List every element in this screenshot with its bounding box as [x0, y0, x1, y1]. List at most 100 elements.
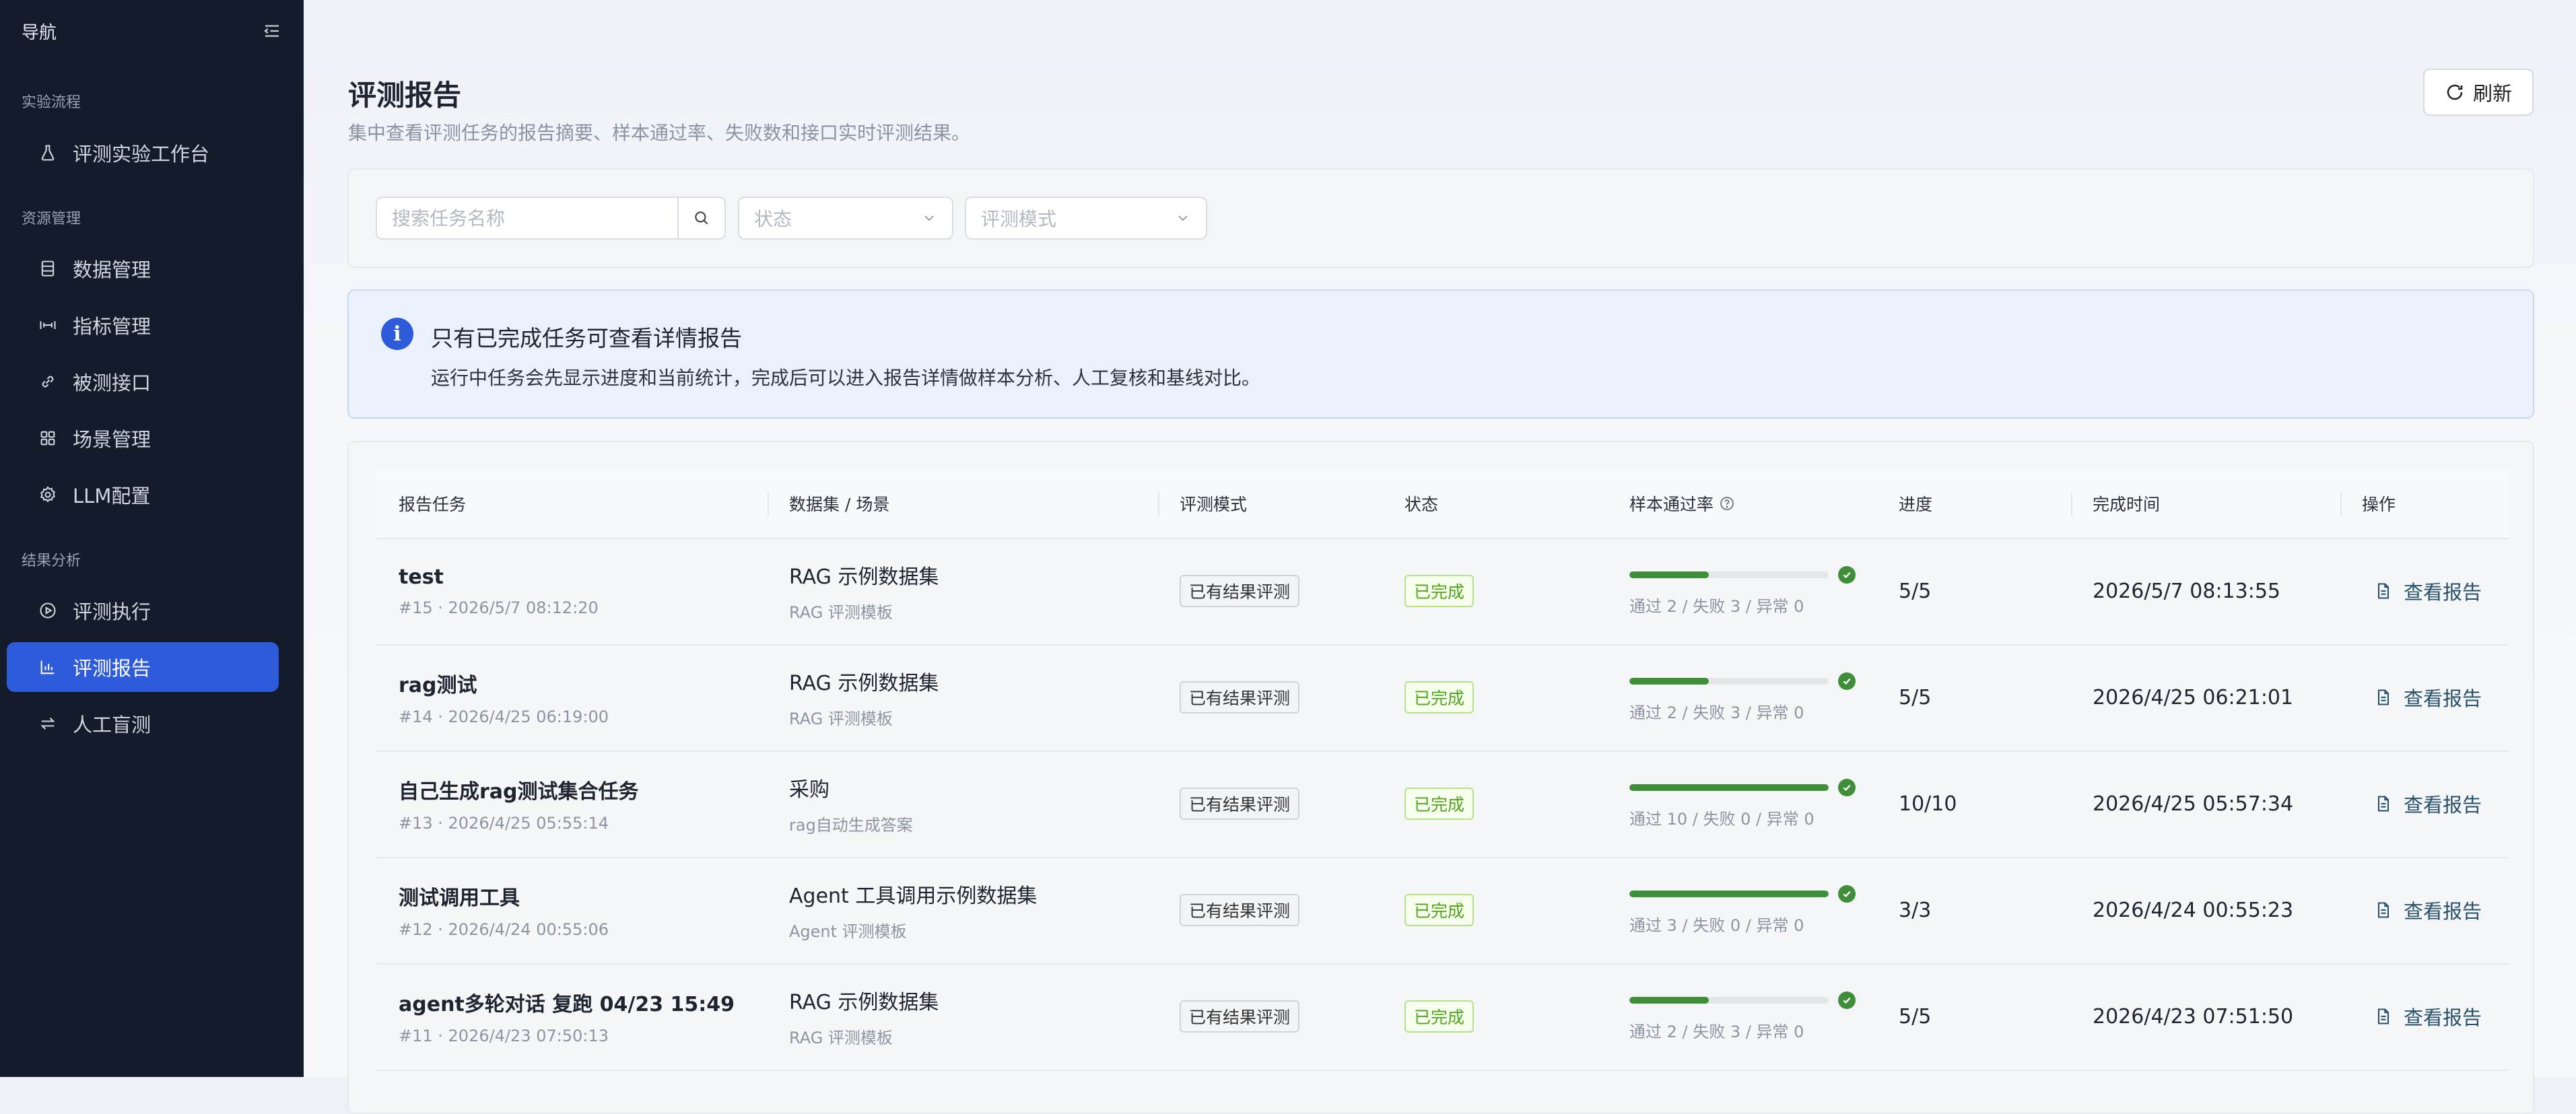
sidebar-group-results: 结果分析	[22, 553, 81, 569]
pass-rate-text: 通过 3 / 失败 0 / 异常 0	[1629, 915, 1804, 935]
view-report-link[interactable]: 查看报告	[2374, 1002, 2482, 1031]
status-badge: 已完成	[1404, 681, 1475, 713]
col-divider	[2071, 492, 2072, 516]
sidebar-item-label: 评测报告	[73, 657, 151, 680]
cell-progress: 5/5	[1899, 963, 1931, 1070]
sidebar-item-label: 评测实验工作台	[73, 143, 210, 166]
cell-finished: 2026/4/25 06:21:01	[2093, 644, 2293, 751]
task-meta: #12 · 2026/4/24 00:55:06	[399, 920, 609, 939]
sidebar-item-label: 数据管理	[73, 258, 151, 281]
document-icon	[2374, 1007, 2393, 1026]
sidebar-item-llm-config[interactable]: LLM配置	[7, 470, 279, 520]
search-input[interactable]	[376, 197, 677, 240]
pass-rate-bar	[1629, 996, 1829, 1004]
progress-value: 5/5	[1899, 579, 1932, 603]
table-row: agent多轮对话 复跑 04/23 15:49 #11 · 2026/4/23…	[376, 963, 2509, 1071]
sidebar-item-data[interactable]: 数据管理	[7, 244, 279, 293]
cell-progress: 3/3	[1899, 857, 1931, 963]
status-badge: 已完成	[1404, 575, 1475, 607]
view-report-label: 查看报告	[2404, 794, 2482, 816]
link-icon	[38, 372, 58, 392]
view-report-link[interactable]: 查看报告	[2374, 790, 2482, 818]
col-task: 报告任务	[399, 495, 467, 514]
main-content: 评测报告 集中查看评测任务的报告摘要、样本通过率、失败数和接口实时评测结果。 刷…	[304, 0, 2576, 1114]
collapse-menu-icon[interactable]	[262, 21, 282, 41]
document-icon	[2374, 794, 2393, 813]
cell-action: 查看报告	[2374, 538, 2482, 644]
pass-rate-indicator	[1629, 991, 1856, 1009]
cell-mode: 已有结果评测	[1180, 538, 1300, 644]
task-meta: #11 · 2026/4/23 07:50:13	[399, 1026, 609, 1045]
sidebar-item-reports[interactable]: 评测报告	[7, 642, 279, 692]
scene-name: RAG 评测模板	[789, 1028, 893, 1047]
metric-icon	[38, 315, 58, 335]
cell-dataset: Agent 工具调用示例数据集 Agent 评测模板	[789, 857, 1037, 963]
mode-tag: 已有结果评测	[1180, 894, 1300, 926]
swap-icon	[38, 713, 58, 734]
sidebar-item-scenes[interactable]: 场景管理	[7, 413, 279, 463]
cell-dataset: RAG 示例数据集 RAG 评测模板	[789, 644, 939, 751]
check-circle-icon	[1838, 778, 1856, 796]
page-title: 评测报告	[348, 79, 462, 112]
table-row: test #15 · 2026/5/7 08:12:20 RAG 示例数据集 R…	[376, 538, 2509, 646]
notice-text: 运行中任务会先显示进度和当前统计，完成后可以进入报告详情做样本分析、人工复核和基…	[431, 367, 1261, 389]
view-report-link[interactable]: 查看报告	[2374, 577, 2482, 605]
pass-rate-fill	[1629, 996, 1709, 1004]
sidebar-item-workbench[interactable]: 评测实验工作台	[7, 128, 279, 178]
status-badge: 已完成	[1404, 894, 1475, 926]
status-select[interactable]: 状态	[738, 197, 953, 240]
view-report-link[interactable]: 查看报告	[2374, 683, 2482, 711]
dataset-name: Agent 工具调用示例数据集	[789, 884, 1038, 908]
sidebar-item-metrics[interactable]: 指标管理	[7, 300, 279, 350]
document-icon	[2374, 901, 2393, 919]
progress-value: 5/5	[1899, 1004, 1932, 1029]
pass-rate-indicator	[1629, 565, 1856, 584]
sidebar-item-blind-test[interactable]: 人工盲测	[7, 699, 279, 749]
status-badge: 已完成	[1404, 1000, 1475, 1033]
col-finished: 完成时间	[2093, 495, 2161, 514]
chevron-down-icon	[924, 215, 934, 221]
sidebar-item-label: 被测接口	[73, 372, 151, 394]
cell-action: 查看报告	[2374, 963, 2482, 1070]
search-button[interactable]	[677, 197, 726, 240]
help-icon[interactable]	[1719, 495, 1735, 512]
scene-name: RAG 评测模板	[789, 602, 893, 622]
sidebar-item-endpoints[interactable]: 被测接口	[7, 357, 279, 407]
status-badge: 已完成	[1404, 788, 1475, 820]
view-report-link[interactable]: 查看报告	[2374, 896, 2482, 924]
cell-finished: 2026/4/24 00:55:23	[2093, 857, 2293, 963]
gear-icon	[38, 485, 58, 505]
finished-time: 2026/4/23 07:51:50	[2093, 1004, 2294, 1029]
cell-pass-rate: 通过 2 / 失败 3 / 异常 0	[1629, 644, 1856, 751]
info-notice: i 只有已完成任务可查看详情报告 运行中任务会先显示进度和当前统计，完成后可以进…	[347, 289, 2534, 419]
pass-rate-fill	[1629, 784, 1829, 791]
sidebar-item-label: 场景管理	[73, 428, 151, 451]
mode-tag: 已有结果评测	[1180, 681, 1300, 713]
mode-select[interactable]: 评测模式	[965, 197, 1207, 240]
pass-rate-fill	[1629, 677, 1709, 685]
cell-dataset: 采购 rag自动生成答案	[789, 751, 913, 857]
task-name: rag测试	[399, 674, 477, 697]
sidebar-item-label: 人工盲测	[73, 713, 151, 736]
cell-pass-rate: 通过 3 / 失败 0 / 异常 0	[1629, 857, 1856, 963]
sidebar-group-resources: 资源管理	[22, 211, 81, 228]
dataset-name: RAG 示例数据集	[789, 671, 939, 695]
dataset-name: 采购	[789, 777, 829, 802]
refresh-button[interactable]: 刷新	[2423, 69, 2534, 116]
cell-action: 查看报告	[2374, 751, 2482, 857]
scene-name: RAG 评测模板	[789, 709, 893, 728]
cell-dataset: RAG 示例数据集 RAG 评测模板	[789, 538, 939, 644]
cell-status: 已完成	[1404, 751, 1475, 857]
pass-rate-text: 通过 2 / 失败 3 / 异常 0	[1629, 596, 1804, 616]
pass-rate-bar	[1629, 677, 1829, 685]
sidebar-item-execution[interactable]: 评测执行	[7, 586, 279, 635]
check-circle-icon	[1838, 672, 1856, 690]
pass-rate-indicator	[1629, 672, 1856, 690]
sidebar-item-label: 指标管理	[73, 315, 151, 338]
info-icon: i	[381, 318, 413, 350]
cell-status: 已完成	[1404, 857, 1475, 963]
scene-name: Agent 评测模板	[789, 921, 907, 941]
progress-value: 5/5	[1899, 685, 1932, 709]
cell-mode: 已有结果评测	[1180, 963, 1300, 1070]
mode-tag: 已有结果评测	[1180, 575, 1300, 607]
